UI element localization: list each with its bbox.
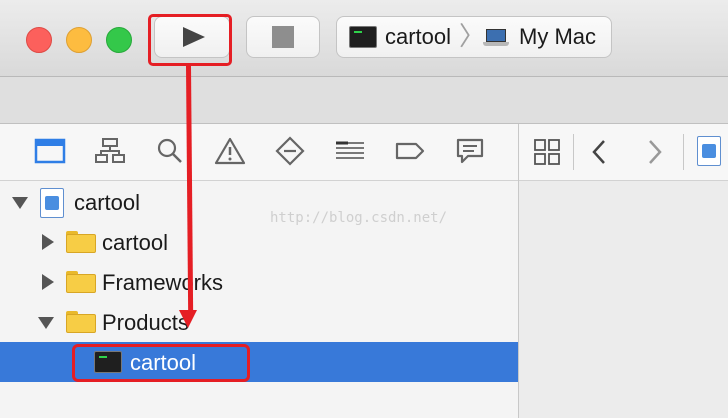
tree-row-label: Frameworks — [102, 270, 224, 295]
disclosure-collapsed-icon[interactable] — [42, 234, 54, 250]
search-icon[interactable] — [154, 136, 186, 166]
hierarchy-icon[interactable] — [94, 136, 126, 166]
back-arrow-icon[interactable] — [589, 138, 609, 166]
stop-icon — [272, 26, 294, 48]
tree-row-label: cartool — [74, 190, 141, 215]
related-items-icon[interactable] — [533, 138, 561, 166]
tree-row-label: Products — [102, 310, 189, 335]
editor-area — [519, 124, 728, 418]
tree-row-folder[interactable]: Products — [0, 302, 518, 342]
watermark-text: http://blog.csdn.net/ — [270, 210, 448, 226]
report-bubble-icon[interactable] — [454, 136, 486, 166]
breakpoint-icon[interactable] — [394, 136, 426, 166]
tree-row-folder[interactable]: Frameworks — [0, 262, 518, 302]
warning-icon[interactable] — [214, 136, 246, 166]
debug-list-icon[interactable] — [334, 136, 366, 166]
terminal-icon — [349, 26, 377, 48]
folder-icon — [66, 271, 96, 293]
scheme-selector[interactable]: cartool 〉 My Mac — [336, 16, 612, 58]
tree-row-folder[interactable]: cartool — [0, 222, 518, 262]
folder-icon — [66, 231, 96, 253]
zoom-window-button[interactable] — [106, 27, 132, 53]
close-window-button[interactable] — [26, 27, 52, 53]
project-file-icon — [40, 188, 64, 218]
folder-icon — [66, 311, 96, 333]
tree-row-executable[interactable]: cartool — [0, 342, 518, 382]
divider — [573, 134, 574, 170]
scheme-destination-label[interactable]: My Mac — [519, 25, 596, 49]
annotation-arrow-head — [179, 310, 197, 328]
disclosure-collapsed-icon[interactable] — [42, 274, 54, 290]
jump-bar — [519, 124, 728, 181]
tree-row-label: cartool — [102, 230, 169, 255]
selection-highlight — [72, 344, 250, 382]
project-file-icon[interactable] — [697, 136, 721, 166]
navigator-selector-bar — [0, 124, 518, 181]
laptop-icon — [483, 29, 509, 47]
disclosure-expanded-icon[interactable] — [38, 317, 54, 329]
divider — [683, 134, 684, 170]
folder-icon[interactable] — [34, 136, 66, 166]
tab-bar — [0, 77, 728, 124]
project-navigator: cartool cartool Frameworks Products cart… — [0, 124, 519, 418]
disclosure-expanded-icon[interactable] — [12, 197, 28, 209]
scheme-target-label[interactable]: cartool — [385, 25, 451, 49]
stop-button[interactable] — [246, 16, 320, 58]
window-toolbar: cartool 〉 My Mac — [0, 0, 728, 77]
run-button-highlight — [148, 14, 232, 66]
minimize-window-button[interactable] — [66, 27, 92, 53]
forward-arrow-icon[interactable] — [645, 138, 665, 166]
test-diamond-icon[interactable] — [274, 136, 306, 166]
chevron-right-icon: 〉 — [459, 21, 486, 51]
